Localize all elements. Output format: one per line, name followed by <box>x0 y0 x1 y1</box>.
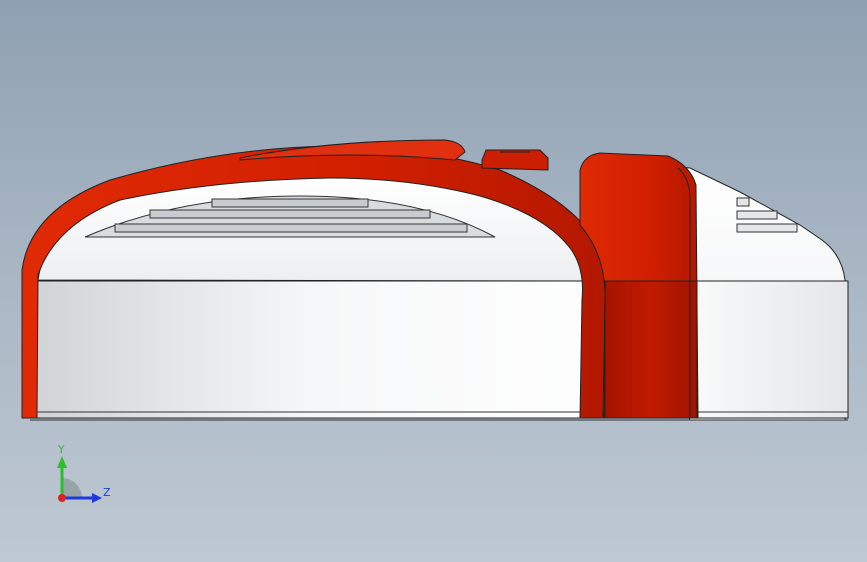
y-axis-arrow <box>57 456 67 468</box>
main-body-lower <box>27 280 849 419</box>
z-axis-arrow <box>92 493 102 503</box>
x-axis-dot <box>58 494 66 502</box>
top-button <box>481 149 549 171</box>
cad-viewport[interactable]: Y Z <box>0 0 867 562</box>
axis-triad: Y Z <box>57 443 111 503</box>
vent-slat-1 <box>211 198 369 208</box>
rear-red-band-lower <box>604 280 698 419</box>
rear-vent-slat-3 <box>736 223 798 233</box>
triad-arc <box>62 478 82 498</box>
z-axis-label: Z <box>103 486 111 499</box>
vent-slat-2 <box>149 209 431 219</box>
model-side-view[interactable] <box>0 0 867 562</box>
rear-vent-slat-1 <box>736 197 750 207</box>
y-axis-label: Y <box>57 443 65 456</box>
rear-vent-slat-2 <box>736 210 778 220</box>
vent-slat-3 <box>114 223 468 233</box>
